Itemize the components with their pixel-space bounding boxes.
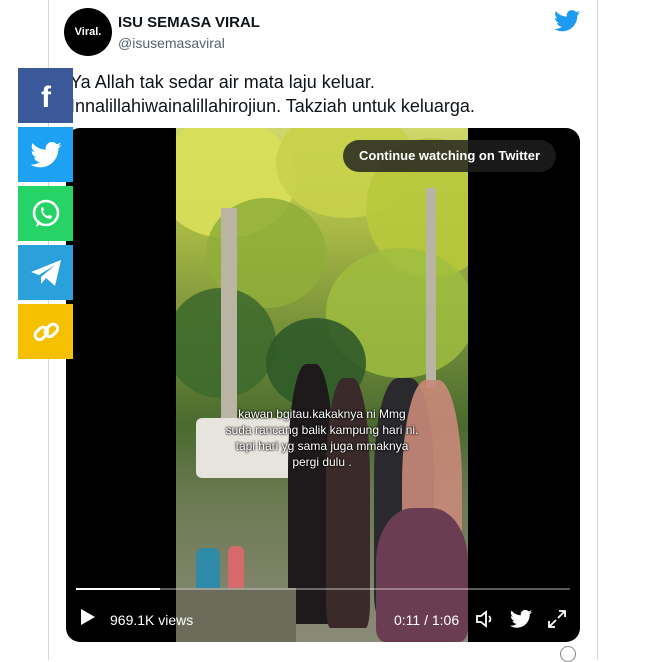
fullscreen-icon[interactable] (546, 608, 568, 630)
share-whatsapp-button[interactable] (18, 186, 73, 241)
continue-watching-button[interactable]: Continue watching on Twitter (343, 140, 557, 172)
avatar-text: Viral. (74, 26, 102, 38)
share-telegram-button[interactable] (18, 245, 73, 300)
twitter-icon (29, 141, 62, 167)
playback-time: 0:11 / 1:06 (394, 612, 460, 628)
tweet-text: Ya Allah tak sedar air mata laju keluar.… (70, 72, 475, 116)
play-icon[interactable] (80, 608, 96, 626)
link-icon (33, 322, 59, 341)
avatar[interactable]: Viral. (64, 8, 112, 56)
video-frame (176, 128, 468, 642)
volume-icon[interactable] (474, 608, 496, 630)
whatsapp-icon (32, 199, 59, 227)
copy-link-button[interactable] (18, 304, 73, 359)
twitter-icon[interactable] (510, 608, 532, 630)
facebook-icon: f (41, 81, 52, 111)
twitter-bird-icon[interactable] (554, 10, 580, 32)
share-facebook-button[interactable]: f (18, 68, 73, 123)
svg-text:f: f (41, 81, 52, 111)
info-icon[interactable] (560, 646, 576, 662)
author-handle[interactable]: @isusemasaviral (118, 35, 225, 51)
video-player[interactable]: kawan bgitau.kakaknya ni Mmg suda rancan… (66, 128, 580, 642)
video-caption: kawan bgitau.kakaknya ni Mmg suda rancan… (225, 407, 419, 469)
view-count: 969.1K views (110, 612, 194, 628)
progress-bar[interactable] (76, 588, 570, 590)
author-name[interactable]: ISU SEMASA VIRAL (118, 14, 260, 31)
telegram-icon (30, 259, 61, 286)
progress-fill (76, 588, 160, 590)
share-twitter-button[interactable] (18, 127, 73, 182)
